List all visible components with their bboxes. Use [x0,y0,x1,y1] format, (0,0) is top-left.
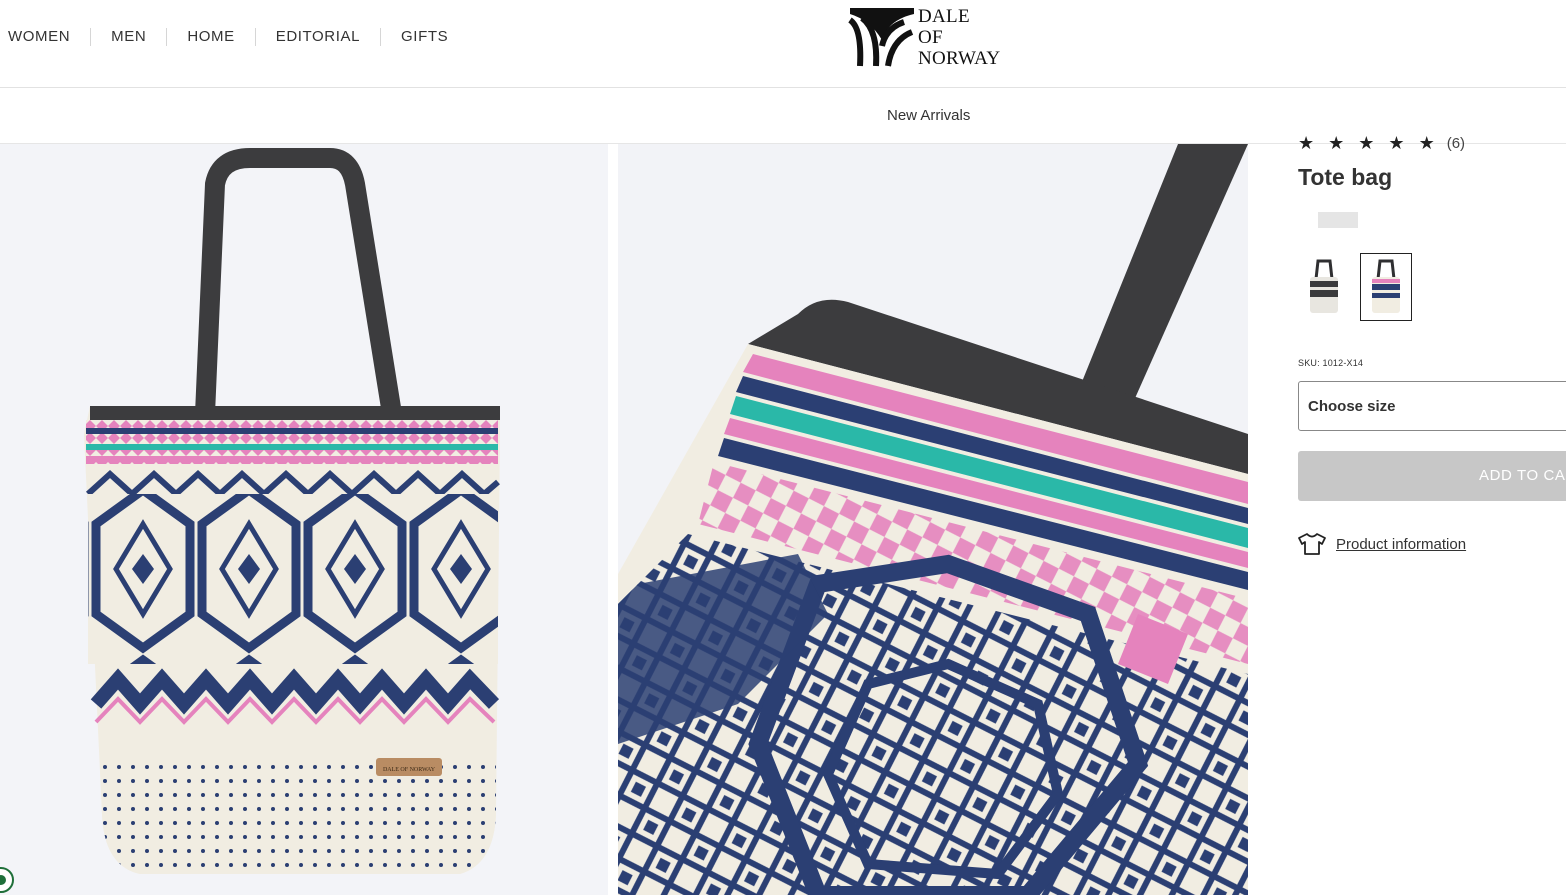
tote-bag-front-image[interactable]: DALE OF NORWAY [0,144,608,895]
tshirt-icon [1298,533,1326,555]
star-icon: ★ [1298,133,1315,153]
star-icon: ★ [1418,133,1435,153]
star-icon: ★ [1358,133,1375,153]
logo-line: DALE [918,6,970,27]
color-swatch-gray[interactable] [1298,253,1350,321]
color-swatches [1298,253,1422,321]
logo-wordmark: DALE OF NORWAY [918,6,1000,69]
product-sku: SKU: 1012-X14 [1298,358,1364,368]
add-to-cart-label: ADD TO CA [1479,467,1566,484]
product-title: Tote bag [1298,164,1393,190]
nav-item-men[interactable]: MEN [91,27,166,47]
product-information[interactable]: Product information [1298,533,1466,555]
logo-line: OF [918,27,943,48]
logo-line: NORWAY [918,48,1001,69]
size-select[interactable]: Choose size [1298,381,1566,431]
star-icon: ★ [1388,133,1405,153]
nav-item-home[interactable]: HOME [167,27,254,47]
star-icon: ★ [1328,133,1345,153]
dale-of-norway-logo-icon [848,8,914,67]
nav-item-gifts[interactable]: GIFTS [381,27,468,47]
add-to-cart-button[interactable]: ADD TO CA [1298,451,1566,501]
product-information-link[interactable]: Product information [1336,536,1466,553]
bag-brand-label: DALE OF NORWAY [383,767,436,773]
new-arrivals-link[interactable]: New Arrivals [887,107,970,124]
product-panel: ★ ★ ★ ★ ★ (6) Tote bag SKU: 1012-X14 Cho… [1298,134,1566,895]
nav-item-women[interactable]: WOMEN [0,27,90,47]
main-nav: WOMEN MEN HOME EDITORIAL GIFTS [0,27,468,47]
price-placeholder [1318,212,1358,228]
color-swatch-navy[interactable] [1360,253,1412,321]
nav-item-editorial[interactable]: EDITORIAL [256,27,380,47]
product-rating[interactable]: ★ ★ ★ ★ ★ (6) [1298,134,1465,152]
size-select-placeholder: Choose size [1308,398,1396,415]
review-count: (6) [1446,134,1466,152]
site-header: WOMEN MEN HOME EDITORIAL GIFTS DALE OF N… [0,0,1566,88]
site-logo[interactable]: DALE OF NORWAY [848,6,1000,69]
tote-bag-closeup-image[interactable] [618,144,1248,895]
